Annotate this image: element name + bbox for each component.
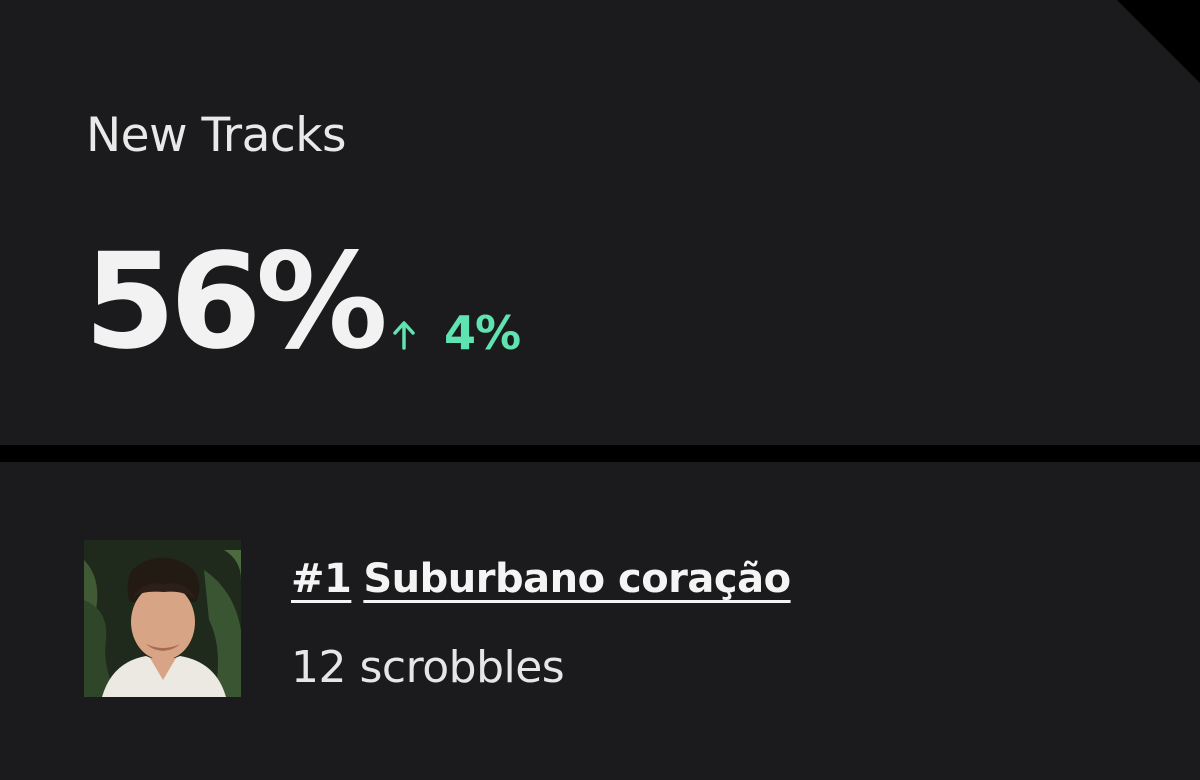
top-track-card: #1 Suburbano coração 12 scrobbles — [0, 462, 1200, 780]
stat-change: 4% — [392, 306, 521, 360]
arrow-up-icon — [392, 320, 416, 350]
track-title-link[interactable]: #1 Suburbano coração — [291, 556, 791, 602]
track-title: Suburbano coração — [363, 556, 791, 602]
track-scrobble-count: 12 scrobbles — [291, 642, 565, 693]
track-rank: #1 — [291, 556, 352, 602]
stat-label: New Tracks — [86, 108, 346, 163]
stat-change-value: 4% — [444, 306, 521, 360]
stats-screen: New Tracks 56% 4% #1 Suburbano coração 1… — [0, 0, 1200, 780]
stat-value: 56% — [84, 225, 388, 379]
album-art[interactable] — [84, 540, 241, 697]
new-tracks-card: New Tracks 56% 4% — [0, 0, 1200, 445]
